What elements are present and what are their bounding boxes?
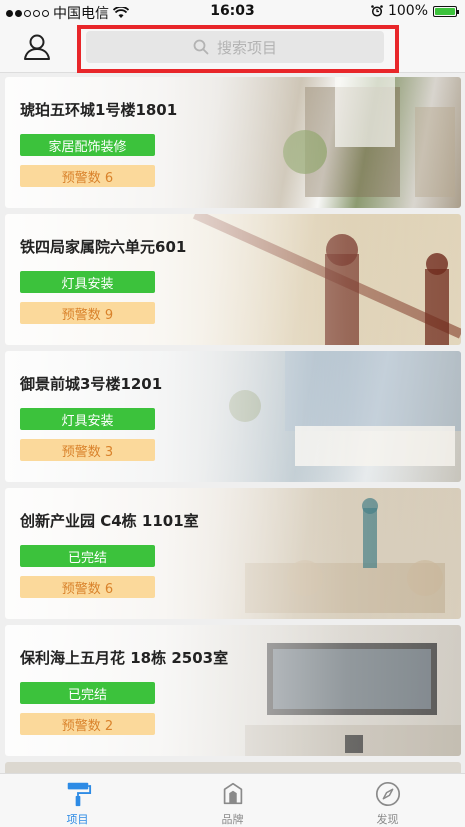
battery-label: 100%: [387, 3, 428, 19]
project-status-tag: 灯具安装: [20, 408, 155, 430]
project-title: 琥珀五环城1号楼1801: [20, 101, 178, 119]
project-card[interactable]: 御景前城3号楼1201 灯具安装 预警数 3: [5, 351, 461, 482]
project-card[interactable]: 保利海上五月花 18栋 2503室 已完结 预警数 2: [5, 625, 461, 756]
project-card[interactable]: 铁四局家属院六单元601 灯具安装 预警数 9: [5, 214, 461, 345]
user-icon[interactable]: [22, 32, 52, 62]
project-title: 御景前城3号楼1201: [20, 375, 163, 393]
project-title: 创新产业园 C4栋 1101室: [20, 512, 199, 530]
compass-icon: [375, 781, 400, 807]
warning-count-tag: 预警数 3: [20, 439, 155, 461]
battery-icon: [433, 5, 459, 17]
tab-projects[interactable]: 项目: [0, 774, 155, 827]
tab-discover[interactable]: 发现: [310, 774, 465, 827]
tab-label: 品牌: [221, 813, 244, 826]
warning-count-tag: 预警数 2: [20, 713, 155, 735]
tab-brands[interactable]: 品牌: [155, 774, 310, 827]
project-title: 保利海上五月花 18栋 2503室: [20, 649, 229, 667]
project-status-tag: 家居配饰装修: [20, 134, 155, 156]
search-placeholder: 搜索项目: [216, 38, 277, 57]
status-bar: 中国电信 16:03 100%: [0, 0, 465, 22]
warning-count-tag: 预警数 6: [20, 165, 155, 187]
tab-label: 项目: [66, 813, 89, 826]
search-icon: [193, 39, 209, 55]
tab-label: 发现: [376, 813, 399, 826]
warning-count-tag: 预警数 9: [20, 302, 155, 324]
project-status-tag: 灯具安装: [20, 271, 155, 293]
battery-area: 100%: [371, 3, 459, 19]
brand-box-icon: [223, 782, 242, 805]
search-input[interactable]: 搜索项目: [86, 31, 384, 63]
warning-count-tag: 预警数 6: [20, 576, 155, 598]
paint-roller-icon: [67, 782, 91, 807]
project-status-tag: 已完结: [20, 545, 155, 567]
header: 搜索项目: [0, 22, 465, 73]
project-card[interactable]: 琥珀五环城1号楼1801 家居配饰装修 预警数 6: [5, 77, 461, 208]
project-list: 琥珀五环城1号楼1801 家居配饰装修 预警数 6 铁四局家属院六单元601 灯…: [5, 77, 461, 782]
project-status-tag: 已完结: [20, 682, 155, 704]
tab-bar: 项目 品牌 发现: [0, 773, 465, 827]
alarm-icon: [371, 5, 383, 17]
project-card[interactable]: 创新产业园 C4栋 1101室 已完结 预警数 6: [5, 488, 461, 619]
project-title: 铁四局家属院六单元601: [20, 238, 187, 256]
